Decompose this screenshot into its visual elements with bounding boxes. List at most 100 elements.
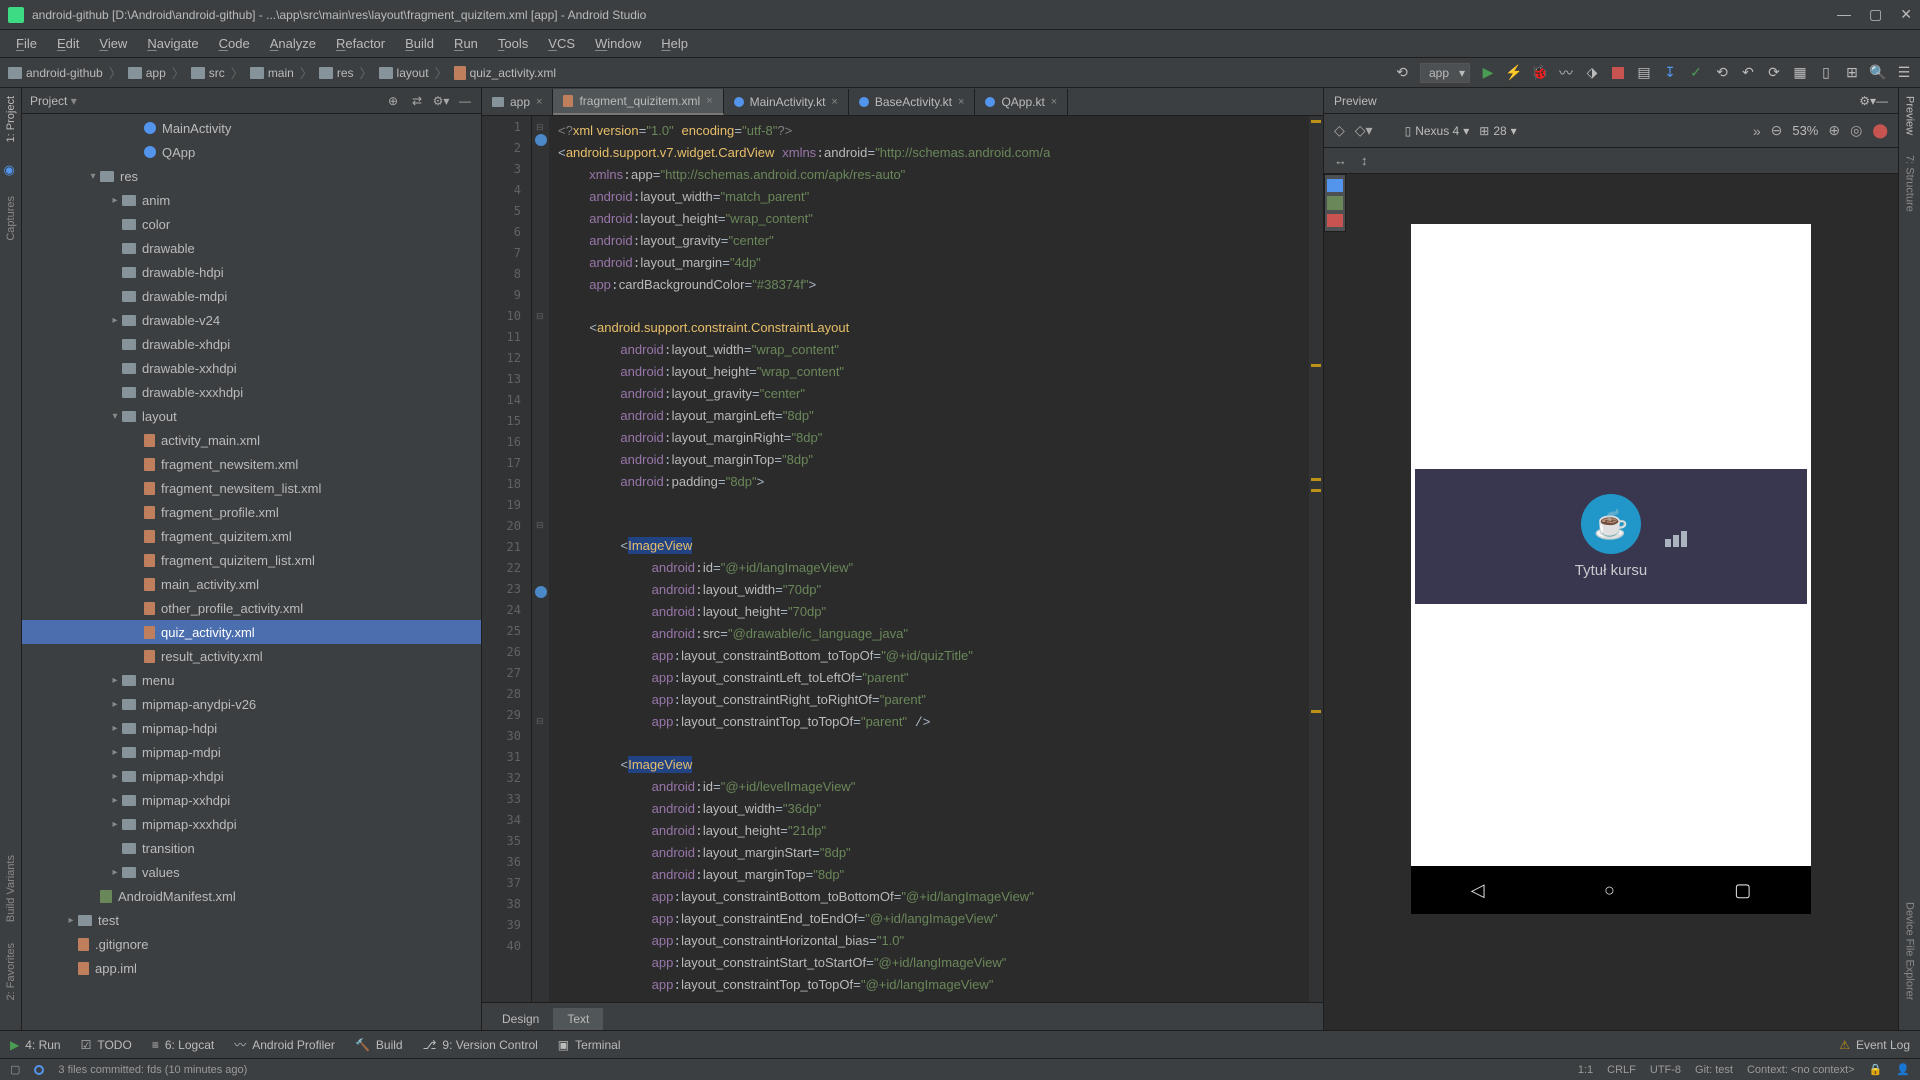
- tree-item[interactable]: ▸menu: [22, 668, 481, 692]
- status-context[interactable]: Context: <no context>: [1747, 1064, 1855, 1076]
- run-button[interactable]: ▶: [1480, 65, 1496, 81]
- maximize-button[interactable]: ▢: [1869, 6, 1882, 23]
- tree-item[interactable]: quiz_activity.xml: [22, 620, 481, 644]
- bottom-todo[interactable]: ☑ TODO: [81, 1038, 132, 1052]
- debug-icon[interactable]: 🐞: [1532, 65, 1548, 81]
- avd-manager-icon[interactable]: ▤: [1636, 65, 1652, 81]
- device-dropdown[interactable]: ▯ Nexus 4 ▾: [1405, 124, 1470, 138]
- tree-item[interactable]: AndroidManifest.xml: [22, 884, 481, 908]
- minimize-button[interactable]: —: [1837, 6, 1851, 23]
- tree-item[interactable]: fragment_newsitem.xml: [22, 452, 481, 476]
- tree-item[interactable]: ▸mipmap-mdpi: [22, 740, 481, 764]
- run-config-dropdown[interactable]: app: [1420, 63, 1470, 83]
- menu-tools[interactable]: Tools: [488, 32, 538, 56]
- tab-captures-icon[interactable]: ◉: [4, 162, 18, 176]
- breadcrumb-item[interactable]: layout: [379, 66, 429, 80]
- palette-icon[interactable]: ◇: [1334, 122, 1345, 139]
- project-tree[interactable]: MainActivityQApp▾res▸animcolordrawabledr…: [22, 114, 481, 1030]
- gutter-mark-icon[interactable]: [535, 134, 547, 146]
- tree-item[interactable]: transition: [22, 836, 481, 860]
- menu-analyze[interactable]: Analyze: [260, 32, 326, 56]
- design-tab[interactable]: Design: [488, 1008, 553, 1030]
- text-tab[interactable]: Text: [553, 1008, 603, 1030]
- vcs-history-icon[interactable]: ⟲: [1714, 65, 1730, 81]
- menu-edit[interactable]: Edit: [47, 32, 89, 56]
- zoom-in-icon[interactable]: ⊕: [1828, 122, 1840, 139]
- sdk-manager-icon[interactable]: ▦: [1792, 65, 1808, 81]
- gutter-mark-icon[interactable]: [535, 586, 547, 598]
- close-tab-icon[interactable]: ×: [536, 96, 542, 108]
- palette-swatch[interactable]: [1327, 196, 1343, 209]
- editor-tab[interactable]: MainActivity.kt×: [724, 89, 849, 115]
- vcs-update-icon[interactable]: ↧: [1662, 65, 1678, 81]
- status-encoding[interactable]: UTF-8: [1650, 1064, 1681, 1076]
- sync-icon[interactable]: ⟲: [1394, 65, 1410, 81]
- tree-item[interactable]: main_activity.xml: [22, 572, 481, 596]
- tree-item[interactable]: app.iml: [22, 956, 481, 980]
- bottom-terminal[interactable]: ▣ Terminal: [558, 1038, 621, 1052]
- status-line-ending[interactable]: CRLF: [1607, 1064, 1636, 1076]
- hide-panel-icon[interactable]: —: [457, 93, 473, 109]
- tab-build-variants[interactable]: Build Variants: [5, 855, 17, 922]
- breadcrumb-item[interactable]: res: [319, 66, 354, 80]
- pan-v-icon[interactable]: ↕: [1361, 153, 1368, 168]
- editor-tab[interactable]: fragment_quizitem.xml×: [553, 89, 723, 115]
- tree-item[interactable]: ▸mipmap-xhdpi: [22, 764, 481, 788]
- search-icon[interactable]: 🔍: [1870, 65, 1886, 81]
- tree-item[interactable]: .gitignore: [22, 932, 481, 956]
- tree-item[interactable]: MainActivity: [22, 116, 481, 140]
- menu-run[interactable]: Run: [444, 32, 488, 56]
- pan-icon[interactable]: ↔: [1334, 153, 1347, 168]
- tree-item[interactable]: ▸mipmap-anydpi-v26: [22, 692, 481, 716]
- orientation-icon[interactable]: ◇▾: [1355, 122, 1373, 139]
- bottom-event-log[interactable]: ⚠Event Log: [1839, 1038, 1910, 1052]
- status-corner-icon[interactable]: ▢: [10, 1063, 20, 1076]
- devices-icon[interactable]: ▯: [1818, 65, 1834, 81]
- tree-item[interactable]: other_profile_activity.xml: [22, 596, 481, 620]
- menu-vcs[interactable]: VCS: [538, 32, 585, 56]
- close-tab-icon[interactable]: ×: [1051, 96, 1057, 108]
- tree-item[interactable]: drawable-xxhdpi: [22, 356, 481, 380]
- menu-window[interactable]: Window: [585, 32, 651, 56]
- bottom-logcat[interactable]: ≡ 6: Logcat: [152, 1038, 214, 1052]
- tree-item[interactable]: ▸drawable-v24: [22, 308, 481, 332]
- palette-swatch[interactable]: [1327, 214, 1343, 227]
- vcs-commit-icon[interactable]: ✓: [1688, 65, 1704, 81]
- editor-tab[interactable]: QApp.kt×: [975, 89, 1068, 115]
- menu-help[interactable]: Help: [651, 32, 698, 56]
- tree-item[interactable]: QApp: [22, 140, 481, 164]
- menu-file[interactable]: File: [6, 32, 47, 56]
- tree-item[interactable]: ▾layout: [22, 404, 481, 428]
- tab-preview-right[interactable]: Preview: [1904, 96, 1916, 135]
- warning-icon[interactable]: ⬤: [1872, 122, 1888, 139]
- collapse-all-icon[interactable]: ⊕: [385, 93, 401, 109]
- menu-navigate[interactable]: Navigate: [137, 32, 208, 56]
- menu-build[interactable]: Build: [395, 32, 444, 56]
- breadcrumb-item[interactable]: android-github: [8, 66, 103, 80]
- apply-changes-icon[interactable]: ⚡: [1506, 65, 1522, 81]
- breadcrumb-item[interactable]: src: [191, 66, 225, 80]
- tree-item[interactable]: fragment_profile.xml: [22, 500, 481, 524]
- status-git-branch[interactable]: Git: test: [1695, 1064, 1733, 1076]
- gear-icon[interactable]: ⚙▾: [433, 93, 449, 109]
- tree-item[interactable]: ▸test: [22, 908, 481, 932]
- tree-item[interactable]: result_activity.xml: [22, 644, 481, 668]
- bottom-vcs[interactable]: ⎇ 9: Version Control: [423, 1038, 538, 1052]
- tree-item[interactable]: ▾res: [22, 164, 481, 188]
- zoom-fit-icon[interactable]: ◎: [1850, 122, 1862, 139]
- sync-project-icon[interactable]: ⟳: [1766, 65, 1782, 81]
- palette-strip[interactable]: [1324, 174, 1346, 232]
- tab-structure[interactable]: 7: Structure: [1904, 155, 1916, 212]
- tree-item[interactable]: ▸mipmap-xxhdpi: [22, 788, 481, 812]
- more-icon[interactable]: »: [1753, 123, 1761, 139]
- project-structure-icon[interactable]: ⊞: [1844, 65, 1860, 81]
- status-cursor-pos[interactable]: 1:1: [1578, 1064, 1593, 1076]
- error-stripe[interactable]: [1309, 116, 1323, 1002]
- bottom-profiler[interactable]: 〰 Android Profiler: [234, 1036, 335, 1053]
- stop-button[interactable]: [1610, 65, 1626, 81]
- hide-preview-icon[interactable]: —: [1876, 94, 1888, 108]
- project-view-dropdown[interactable]: Project: [30, 94, 77, 108]
- warning-marker[interactable]: [1311, 120, 1321, 123]
- breadcrumb-item[interactable]: main: [250, 66, 294, 80]
- profiler-icon[interactable]: 〰: [1558, 65, 1574, 81]
